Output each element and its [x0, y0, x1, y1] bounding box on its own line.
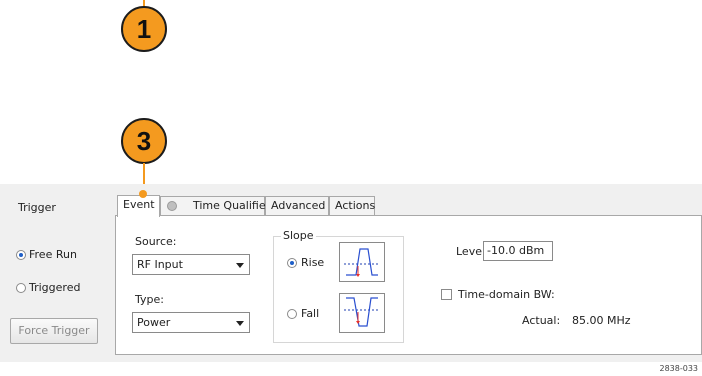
rise-radio[interactable]	[287, 258, 297, 268]
type-select[interactable]: Power	[132, 312, 250, 333]
tab-time-qualified[interactable]: Time Qualified	[160, 196, 273, 216]
source-select[interactable]: RF Input	[132, 254, 250, 275]
triggered-label[interactable]: Triggered	[29, 281, 80, 294]
chevron-down-icon	[236, 321, 244, 326]
clock-icon	[167, 201, 177, 211]
tab-time-qualified-label: Time Qualified	[193, 199, 273, 212]
force-trigger-button[interactable]: Force Trigger	[10, 318, 98, 344]
callout-1-badge: 1	[121, 6, 167, 52]
figure-id: 2838-033	[659, 364, 698, 373]
level-input[interactable]: -10.0 dBm	[483, 241, 553, 261]
tab-advanced[interactable]: Advanced	[265, 196, 329, 216]
free-run-radio[interactable]	[16, 250, 26, 260]
source-label: Source:	[135, 235, 177, 248]
free-run-label[interactable]: Free Run	[29, 248, 77, 261]
fall-radio[interactable]	[287, 309, 297, 319]
rise-waveform-icon	[344, 248, 380, 277]
slope-label: Slope	[281, 229, 316, 242]
time-domain-bw-label[interactable]: Time-domain BW:	[458, 288, 555, 301]
fall-label[interactable]: Fall	[301, 307, 319, 320]
chevron-down-icon	[236, 263, 244, 268]
source-select-value: RF Input	[137, 258, 183, 271]
event-tab-content	[115, 215, 702, 355]
actual-label: Actual:	[522, 314, 561, 327]
callout-3-pointer-dot	[139, 190, 147, 198]
type-select-value: Power	[137, 316, 171, 329]
triggered-radio[interactable]	[16, 283, 26, 293]
rise-label[interactable]: Rise	[301, 256, 324, 269]
trigger-heading: Trigger	[18, 201, 56, 214]
time-domain-bw-checkbox[interactable]	[441, 289, 452, 300]
rise-slope-icon[interactable]	[339, 242, 385, 282]
fall-waveform-icon	[344, 297, 380, 327]
fall-slope-icon[interactable]	[339, 293, 385, 333]
tab-actions[interactable]: Actions	[329, 196, 375, 216]
type-label: Type:	[135, 293, 164, 306]
callout-3-badge: 3	[121, 118, 167, 164]
actual-value: 85.00 MHz	[572, 314, 631, 327]
tab-event[interactable]: Event	[117, 195, 160, 217]
